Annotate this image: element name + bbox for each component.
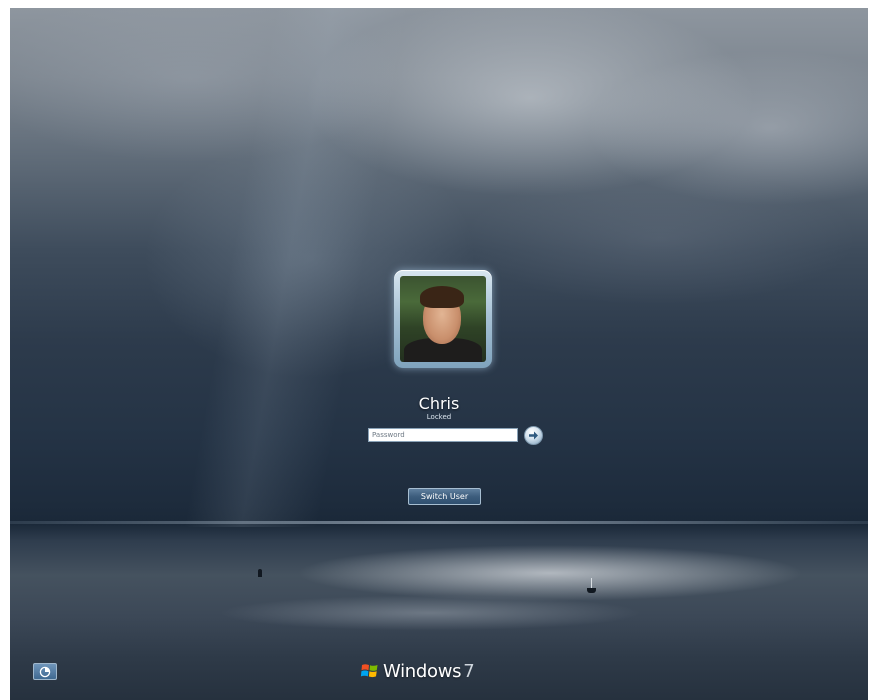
brand-product: Windows: [383, 660, 462, 682]
user-name: Chris: [418, 394, 460, 413]
user-status: Locked: [426, 413, 452, 421]
brand-version: 7: [463, 660, 475, 682]
sailboat-mast: [591, 578, 592, 588]
horizon-line: [10, 521, 868, 524]
lock-screen: Chris Locked Switch User Windows 7: [10, 8, 868, 700]
avatar-hair: [420, 286, 464, 308]
sea-reflection: [130, 528, 830, 638]
user-tile[interactable]: [394, 270, 492, 368]
user-avatar: [400, 276, 486, 362]
sailboat: [587, 588, 596, 593]
windows-branding: Windows 7: [360, 659, 475, 683]
password-input[interactable]: [368, 428, 518, 442]
arrow-right-icon: [529, 431, 538, 440]
buoy: [258, 569, 262, 577]
ease-of-access-icon: [39, 666, 51, 678]
switch-user-button[interactable]: Switch User: [408, 488, 481, 505]
ease-of-access-button[interactable]: [33, 663, 57, 680]
submit-button[interactable]: [524, 426, 543, 445]
login-panel: Chris Locked Switch User: [10, 270, 868, 510]
windows-flag-icon: [360, 664, 378, 678]
